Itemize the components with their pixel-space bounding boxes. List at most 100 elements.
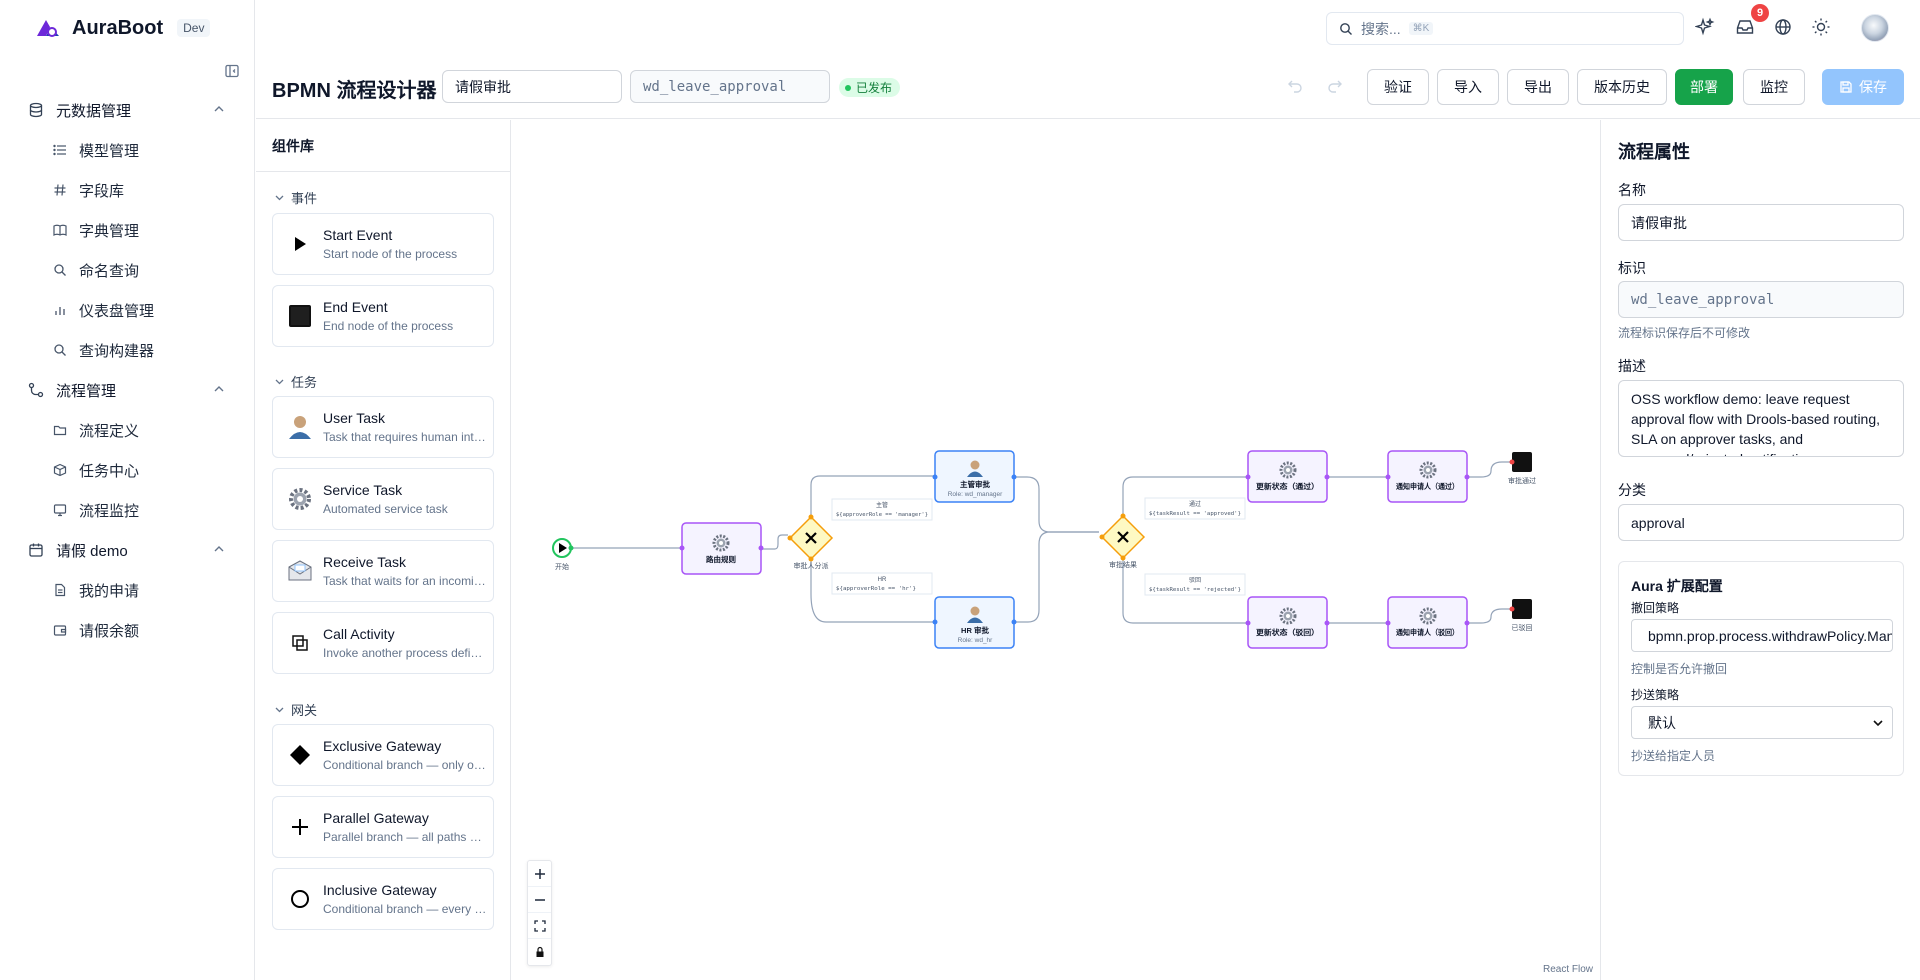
nav-group-label: 请假 demo: [56, 542, 128, 560]
hr-approval-task[interactable]: HR 审批 Role: wd_hr: [932, 596, 1017, 649]
route-rule-task[interactable]: 路由规则: [679, 522, 764, 575]
key-hint: 流程标识保存后不可修改: [1618, 326, 1751, 340]
card-desc: Conditional branch — every matching path: [323, 902, 488, 916]
fit-view-button[interactable]: [528, 913, 551, 939]
palette-call-activity[interactable]: Call Activity Invoke another process defi…: [272, 612, 494, 674]
end-event-label: 审批通过: [1508, 476, 1536, 485]
nav-group-leave-demo[interactable]: 请假 demo: [0, 530, 255, 570]
deploy-button[interactable]: 部署: [1675, 69, 1733, 105]
palette-exclusive-gateway[interactable]: Exclusive Gateway Conditional branch — on…: [272, 724, 494, 786]
save-button[interactable]: 保存: [1822, 69, 1904, 105]
edge-hr-gateway2[interactable]: [1014, 531, 1099, 623]
edge-manager-gateway2[interactable]: [1014, 476, 1099, 533]
nav-group-label: 元数据管理: [56, 102, 132, 120]
react-flow-attribution[interactable]: React Flow: [1543, 964, 1593, 975]
sidebar-item-models[interactable]: 模型管理: [0, 130, 255, 170]
version-history-button[interactable]: 版本历史: [1577, 69, 1667, 105]
sidebar-item-process-monitor[interactable]: 流程监控: [0, 490, 255, 530]
description-textarea[interactable]: OSS workflow demo: leave request approva…: [1618, 380, 1904, 457]
palette-receive-task[interactable]: Receive Task Task that waits for an incom…: [272, 540, 494, 602]
sidebar-item-query-builder[interactable]: 查询构建器: [0, 330, 255, 370]
validate-button[interactable]: 验证: [1367, 69, 1429, 105]
export-button[interactable]: 导出: [1507, 69, 1569, 105]
list-icon: [53, 143, 67, 157]
notify-approved-task[interactable]: 通知申请人（通过）: [1385, 450, 1470, 503]
cc-policy-select[interactable]: 默认: [1631, 706, 1893, 739]
sidebar-item-my-requests[interactable]: 我的申请: [0, 570, 255, 610]
sidebar-item-leave-balance[interactable]: 请假余额: [0, 610, 255, 650]
sidebar-item-dashboards[interactable]: 仪表盘管理: [0, 290, 255, 330]
palette-inclusive-gateway[interactable]: Inclusive Gateway Conditional branch — ev…: [272, 868, 494, 930]
approver-gateway[interactable]: 审批人分派: [787, 514, 834, 571]
process-key-field[interactable]: wd_leave_approval: [1618, 281, 1904, 318]
search-icon: [1339, 22, 1353, 36]
palette-user-task[interactable]: User Task Task that requires human intera…: [272, 396, 494, 458]
process-name-field[interactable]: 请假审批: [1618, 204, 1904, 241]
nav-group-metadata[interactable]: 元数据管理: [0, 90, 255, 130]
section-gateways[interactable]: 网关: [274, 700, 317, 719]
end-rejected-node[interactable]: 已驳回: [1509, 599, 1533, 632]
calendar-icon: [28, 542, 44, 558]
card-desc: Task that waits for an incoming message: [323, 574, 488, 588]
sidebar-item-fields[interactable]: 字段库: [0, 170, 255, 210]
search-input[interactable]: 搜索... ⌘K: [1326, 12, 1684, 45]
brand[interactable]: AuraBoot Dev: [34, 14, 211, 42]
zoom-in-button[interactable]: [528, 861, 551, 887]
card-desc: Start node of the process: [323, 247, 458, 261]
avatar[interactable]: [1861, 14, 1889, 42]
manager-approval-task[interactable]: 主管审批 Role: wd_manager: [932, 450, 1017, 503]
sparkles-icon[interactable]: [1695, 17, 1715, 37]
select-value: 默认: [1648, 714, 1676, 731]
withdraw-policy-hint: 控制是否允许撤回: [1631, 662, 1728, 676]
play-icon: [285, 229, 315, 259]
palette-service-task[interactable]: Service Task Automated service task: [272, 468, 494, 530]
monitor-button[interactable]: 监控: [1743, 69, 1805, 105]
lock-button[interactable]: [528, 939, 551, 965]
update-status-approved-task[interactable]: 更新状态（通过）: [1245, 450, 1330, 503]
section-events[interactable]: 事件: [274, 188, 317, 207]
edge-route-gateway[interactable]: [761, 534, 788, 550]
edge-notify-end-rejected[interactable]: [1467, 608, 1512, 624]
palette-parallel-gateway[interactable]: Parallel Gateway Parallel branch — all pa…: [272, 796, 494, 858]
task-label: 更新状态（通过）: [1256, 481, 1319, 491]
nav-group-workflow[interactable]: 流程管理: [0, 370, 255, 410]
import-button[interactable]: 导入: [1437, 69, 1499, 105]
edge-notify-end-approved[interactable]: [1467, 461, 1512, 478]
notify-rejected-task[interactable]: 通知申请人（驳回）: [1385, 596, 1470, 649]
palette-end-event[interactable]: End Event End node of the process: [272, 285, 494, 347]
start-event-node[interactable]: 开始: [552, 538, 574, 571]
sun-icon[interactable]: [1811, 17, 1831, 37]
page-title: BPMN 流程设计器: [272, 80, 437, 102]
flow-canvas[interactable]: 主管 ${approverRole == 'manager'} HR ${app…: [512, 120, 1599, 980]
package-icon: [53, 463, 67, 477]
withdraw-policy-select[interactable]: bpmn.prop.process.withdrawPolicy.Manual: [1631, 619, 1893, 652]
card-desc: Automated service task: [323, 502, 448, 516]
sidebar-item-dictionary[interactable]: 字典管理: [0, 210, 255, 250]
process-name-input[interactable]: 请假审批: [442, 70, 622, 103]
sidebar-item-label: 命名查询: [79, 262, 140, 280]
stop-square-icon: [285, 301, 315, 331]
task-label: 通知申请人（驳回）: [1396, 627, 1459, 637]
sidebar-item-process-definitions[interactable]: 流程定义: [0, 410, 255, 450]
globe-icon[interactable]: [1773, 17, 1793, 37]
process-key-input[interactable]: wd_leave_approval: [630, 70, 830, 103]
category-field[interactable]: approval: [1618, 504, 1904, 541]
undo-icon[interactable]: [1287, 78, 1303, 94]
sidebar-item-label: 任务中心: [79, 462, 140, 480]
zoom-out-button[interactable]: [528, 887, 551, 913]
card-name: Service Task: [323, 482, 403, 498]
sidebar-item-task-center[interactable]: 任务中心: [0, 450, 255, 490]
redo-icon[interactable]: [1327, 78, 1343, 94]
sidebar-toggle-icon[interactable]: [224, 63, 240, 79]
flow-diagram[interactable]: 主管 ${approverRole == 'manager'} HR ${app…: [512, 120, 1599, 980]
palette-start-event[interactable]: Start Event Start node of the process: [272, 213, 494, 275]
end-approved-node[interactable]: 审批通过: [1508, 452, 1536, 485]
sidebar-item-label: 查询构建器: [79, 342, 155, 360]
section-tasks[interactable]: 任务: [274, 372, 317, 391]
sidebar-item-named-query[interactable]: 命名查询: [0, 250, 255, 290]
divider: [256, 171, 511, 172]
inbox-icon[interactable]: [1735, 17, 1755, 37]
update-status-rejected-task[interactable]: 更新状态（驳回）: [1245, 596, 1330, 649]
section-label: 任务: [291, 375, 318, 390]
result-gateway[interactable]: 审批结果: [1099, 513, 1146, 570]
